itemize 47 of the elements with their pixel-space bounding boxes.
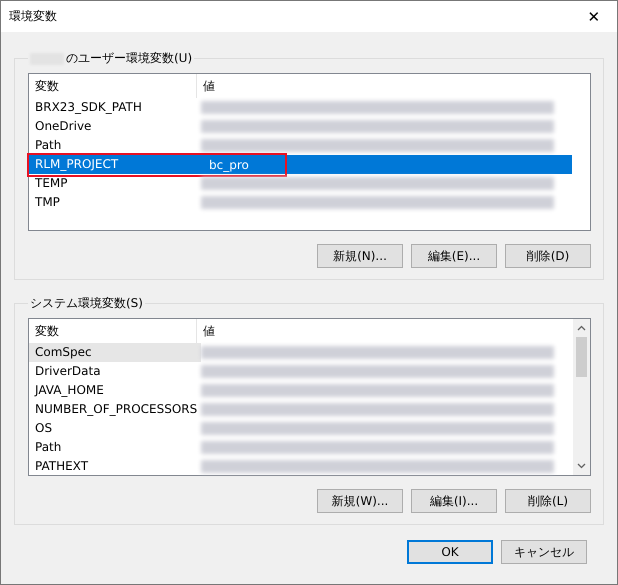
window-title: 環境変数	[9, 8, 57, 25]
scrollbar[interactable]	[573, 319, 590, 475]
variable-list[interactable]: 変数 値 ComSpec DriverData JAVA_HOME NUMBER_OF_PROCESSORS OS Path PATHEXT	[28, 318, 591, 476]
column-header[interactable]: 値	[197, 74, 215, 98]
variable-name: DriverData	[34, 363, 102, 380]
variable-name: RLM_PROJECT	[34, 156, 120, 173]
variable-name: Path	[34, 439, 62, 456]
column-header[interactable]: 変数	[29, 74, 197, 98]
list-row[interactable]: DriverData	[29, 362, 572, 381]
ok-button[interactable]: OK	[407, 540, 493, 564]
list-row[interactable]: ComSpec	[29, 343, 572, 362]
list-row[interactable]: OneDrive	[29, 117, 572, 136]
list-row[interactable]: PATHEXT	[29, 457, 572, 476]
dialog-button[interactable]: 新規(N)...	[317, 244, 403, 268]
list-row[interactable]: Path	[29, 136, 572, 155]
variable-name: NUMBER_OF_PROCESSORS	[34, 401, 198, 418]
list-row[interactable]: TEMP	[29, 174, 572, 193]
list-row[interactable]: OS	[29, 419, 572, 438]
dialog-button[interactable]: 削除(L)	[505, 489, 591, 513]
variable-name: TMP	[34, 194, 61, 211]
scroll-down-icon[interactable]	[577, 463, 586, 469]
column-header[interactable]: 値	[197, 319, 215, 343]
variable-name: OneDrive	[34, 118, 92, 135]
variable-name: Path	[34, 137, 62, 154]
dialog-button[interactable]: 新規(W)...	[317, 489, 403, 513]
list-row[interactable]: Path	[29, 438, 572, 457]
scroll-up-icon[interactable]	[577, 325, 586, 331]
list-row[interactable]: NUMBER_OF_PROCESSORS	[29, 400, 572, 419]
variable-name: ComSpec	[29, 343, 201, 362]
dialog-button[interactable]: 編集(I)...	[411, 489, 497, 513]
group-label: システム環境変数(S)	[30, 295, 143, 312]
list-row[interactable]: RLM_PROJECT bc_pro	[29, 155, 572, 174]
dialog-button[interactable]: 編集(E)...	[411, 244, 497, 268]
variable-name: TEMP	[34, 175, 69, 192]
list-row[interactable]: TMP	[29, 193, 572, 212]
variable-name: PATHEXT	[34, 458, 90, 475]
group-label: のユーザー環境変数(U)	[66, 50, 192, 67]
cancel-button[interactable]: キャンセル	[501, 540, 587, 564]
variable-name: JAVA_HOME	[33, 382, 105, 399]
list-row[interactable]: BRX23_SDK_PATH	[29, 98, 572, 117]
variable-list[interactable]: 変数 値 BRX23_SDK_PATH OneDrive Path RLM_PROJECT bc_pro TEMP TMP	[28, 73, 591, 231]
variable-name: OS	[34, 420, 54, 437]
dialog-button[interactable]: 削除(D)	[505, 244, 591, 268]
scroll-thumb[interactable]	[576, 337, 587, 377]
list-row[interactable]: JAVA_HOME	[29, 381, 572, 400]
variable-value: bc_pro	[208, 158, 249, 172]
variable-name: BRX23_SDK_PATH	[34, 99, 143, 116]
